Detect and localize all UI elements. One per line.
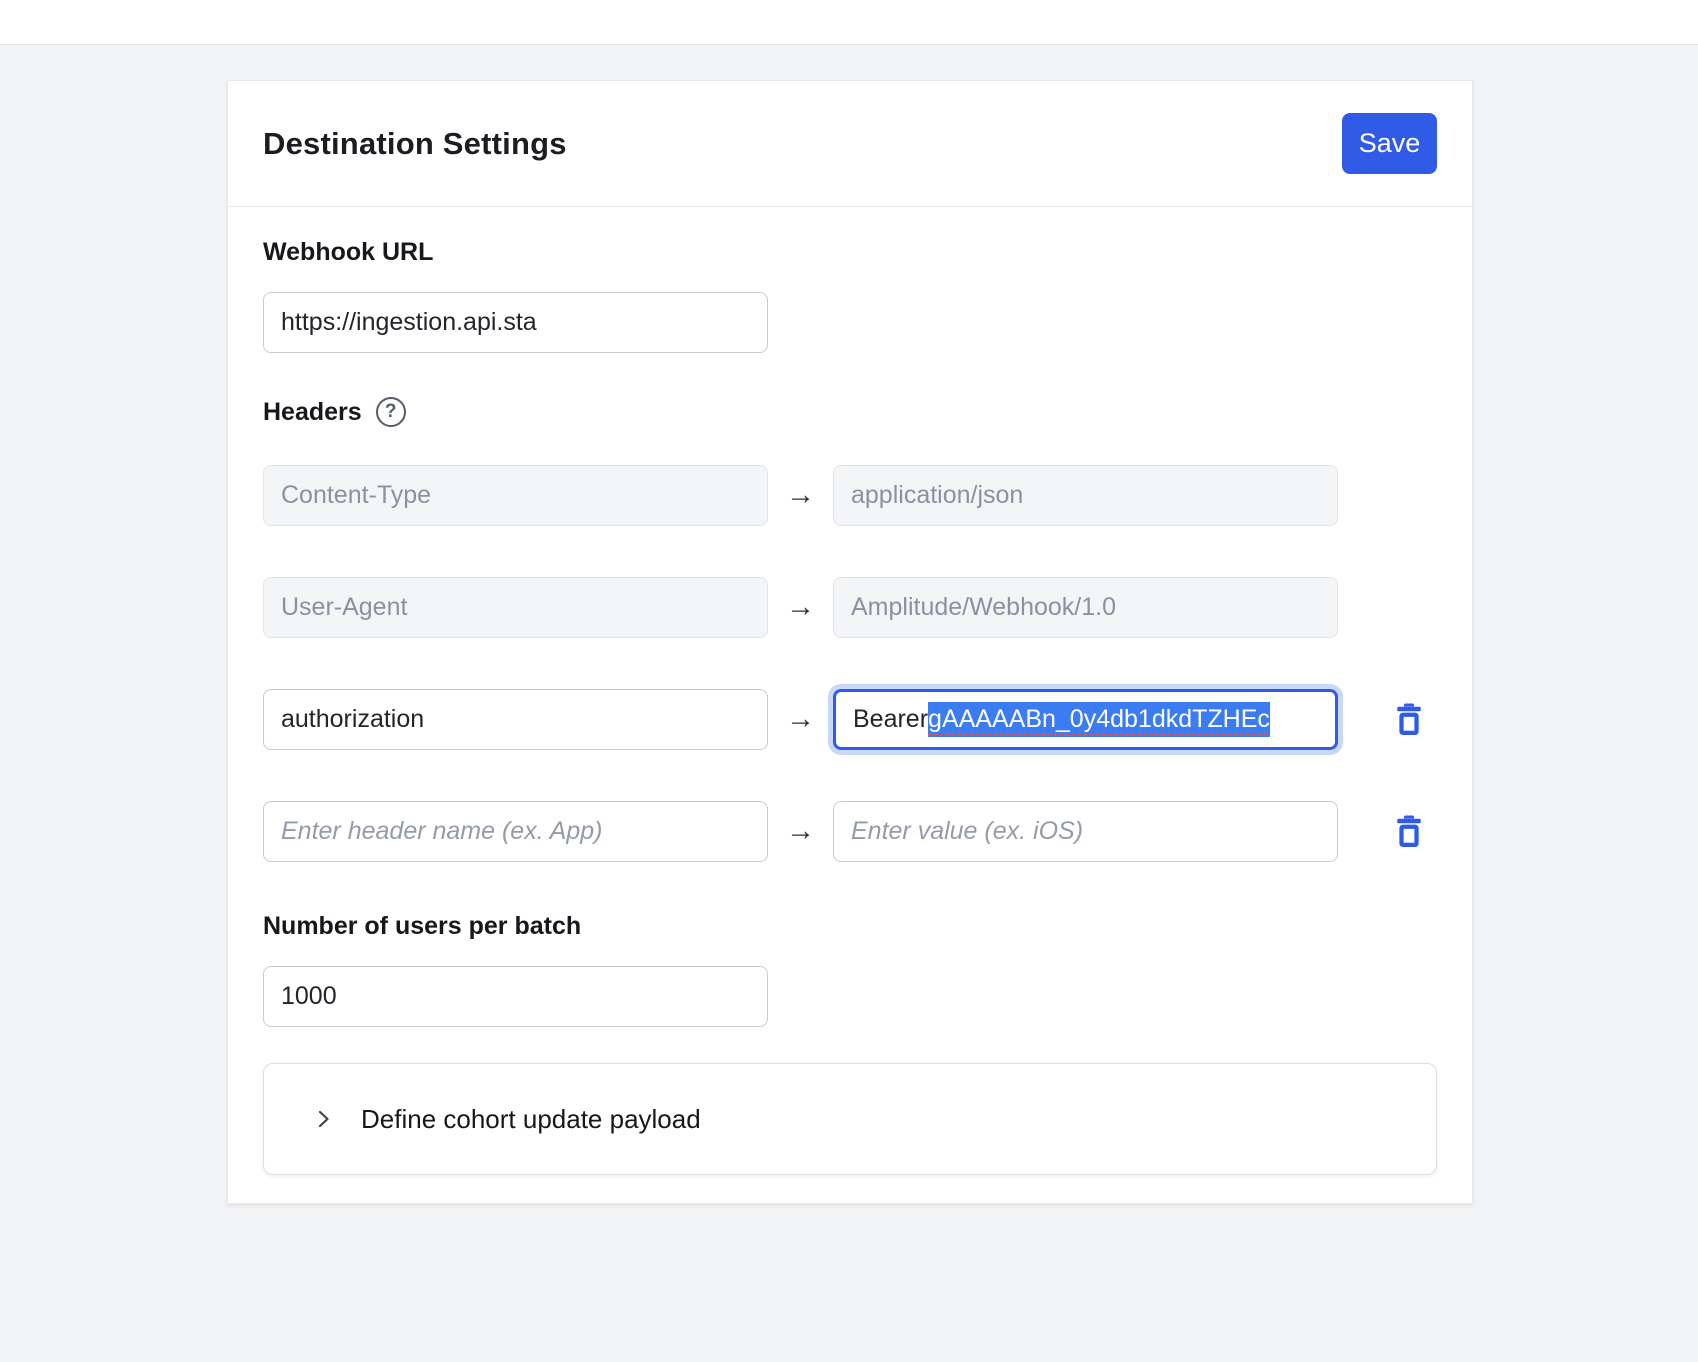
header-value-field-disabled: application/json — [833, 464, 1338, 526]
trash-icon — [1397, 815, 1421, 848]
new-header-value-input[interactable] — [833, 800, 1338, 862]
arrow-icon: → — [786, 590, 815, 623]
header-row-authorization: → Bearer gAAAAABn_0y4db1dkdTZHEc — [263, 688, 1437, 750]
value-selected-text: gAAAAABn_0y4db1dkdTZHEc — [928, 701, 1270, 737]
delete-header-button[interactable] — [1394, 813, 1424, 849]
batch-size-label: Number of users per batch — [263, 912, 582, 940]
new-header-key-input[interactable] — [263, 800, 768, 862]
header-value-input-focused[interactable]: Bearer gAAAAABn_0y4db1dkdTZHEc — [833, 688, 1338, 750]
webhook-url-label: Webhook URL — [263, 238, 434, 266]
page-title: Destination Settings — [263, 125, 567, 161]
chevron-right-icon — [318, 1110, 329, 1128]
headers-label: Headers — [263, 397, 362, 426]
arrow-icon: → — [786, 478, 815, 511]
batch-size-input[interactable] — [263, 966, 768, 1027]
header-key-input[interactable] — [263, 688, 768, 750]
save-button[interactable]: Save — [1342, 113, 1437, 174]
value-prefix-text: Bearer — [853, 704, 929, 733]
header-value-field-disabled: Amplitude/Webhook/1.0 — [833, 576, 1338, 638]
card-body: Webhook URL Headers ? Content-Type → app… — [228, 238, 1472, 1203]
header-rows: Content-Type → application/json User-Age… — [263, 464, 1437, 862]
header-key-field-disabled: Content-Type — [263, 464, 768, 526]
trash-icon — [1397, 703, 1421, 736]
header-row-content-type: Content-Type → application/json — [263, 464, 1437, 526]
headers-label-row: Headers ? — [263, 397, 1437, 427]
destination-settings-card: Destination Settings Save Webhook URL He… — [227, 80, 1473, 1204]
header-row-user-agent: User-Agent → Amplitude/Webhook/1.0 — [263, 576, 1437, 638]
top-navigation-bar — [0, 0, 1698, 45]
webhook-url-input[interactable] — [263, 292, 768, 353]
expander-label: Define cohort update payload — [361, 1103, 701, 1134]
delete-header-button[interactable] — [1394, 701, 1424, 737]
help-icon[interactable]: ? — [375, 397, 406, 427]
cohort-payload-expander[interactable]: Define cohort update payload — [263, 1063, 1437, 1175]
header-key-field-disabled: User-Agent — [263, 576, 768, 638]
card-header: Destination Settings Save — [228, 81, 1472, 207]
header-row-empty: → — [263, 800, 1437, 862]
arrow-icon: → — [786, 814, 815, 847]
arrow-icon: → — [786, 702, 815, 735]
